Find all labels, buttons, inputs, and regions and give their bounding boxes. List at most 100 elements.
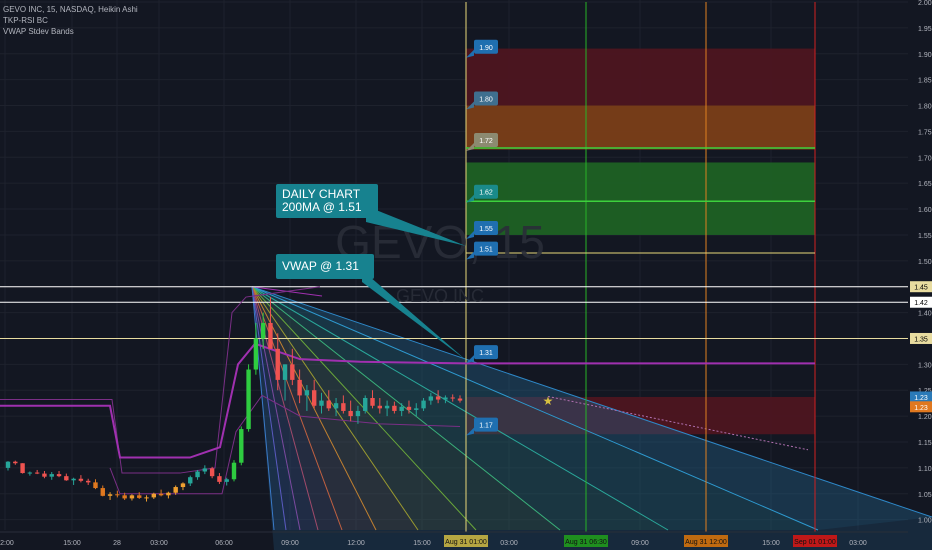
price-tick-label: 1.95 (918, 26, 932, 33)
candle-body (115, 494, 120, 496)
price-badge-label: 1.35 (914, 336, 928, 343)
price-tick-label: 1.75 (918, 129, 932, 136)
candle-body (392, 405, 397, 411)
candle-body (202, 468, 208, 472)
chart-legend: GEVO INC, 15, NASDAQ, Heikin Ashi TKP-RS… (3, 4, 138, 37)
candle-body (414, 408, 419, 410)
candle-body (122, 495, 127, 499)
price-tick-label: 1.40 (918, 311, 932, 318)
star-icon: ★ (543, 394, 554, 408)
candle-body (406, 406, 412, 410)
legend-title[interactable]: GEVO INC, 15, NASDAQ, Heikin Ashi (3, 4, 138, 15)
legend-indicator-rsi[interactable]: TKP-RSI BC (3, 15, 138, 26)
candle-body (370, 398, 375, 406)
candle-body (239, 429, 244, 463)
candle-body (341, 403, 346, 411)
time-tick-label: 03:00 (849, 540, 867, 547)
candle-body (13, 461, 18, 464)
candle-body (209, 468, 215, 477)
price-tick-label: 1.10 (918, 466, 932, 473)
price-tick-label: 1.70 (918, 155, 932, 162)
candle-body (231, 462, 237, 480)
level-tag-label: 1.17 (479, 423, 493, 430)
candle-body (71, 478, 76, 481)
time-badge-label: Sep 01 01:00 (794, 539, 836, 546)
candle-body (166, 492, 171, 496)
time-tick-label: 09:00 (281, 540, 299, 547)
candle-body (246, 369, 251, 430)
candle-body (195, 471, 200, 478)
time-badge-label: Aug 31 01:00 (445, 539, 487, 546)
candle-body (428, 396, 434, 401)
price-tick-label: 1.00 (918, 518, 932, 525)
price-zone (466, 48, 815, 106)
candle-body (100, 488, 105, 496)
candle-body (56, 474, 62, 477)
time-tick-label: 28 (113, 540, 121, 547)
level-tag-label: 1.80 (479, 97, 493, 104)
price-tick-label: 1.15 (918, 440, 932, 447)
candle-body (107, 494, 113, 496)
candle-body (282, 364, 288, 380)
candle-body (34, 472, 40, 474)
candle-body (384, 405, 390, 409)
candle-body (151, 493, 157, 498)
candle-body (457, 398, 463, 401)
level-tag-label: 1.55 (479, 226, 493, 233)
legend-indicator-vwap[interactable]: VWAP Stdev Bands (3, 26, 138, 37)
price-tick-label: 1.30 (918, 362, 932, 369)
candle-body (421, 400, 426, 409)
level-tag-label: 1.72 (479, 138, 493, 145)
candle-body (311, 390, 317, 406)
price-tick-label: 1.50 (918, 259, 932, 266)
time-tick-label: 15:00 (63, 540, 81, 547)
time-tick-label: 15:00 (413, 540, 431, 547)
time-tick-label: 12:00 (0, 540, 14, 547)
time-tick-label: 15:00 (762, 540, 780, 547)
candle-body (290, 364, 295, 380)
candle-body (333, 403, 339, 409)
candle-body (173, 487, 178, 493)
candle-body (253, 338, 259, 370)
callout-daily-200ma: DAILY CHART 200MA @ 1.51 (276, 184, 378, 218)
candle-body (27, 472, 33, 474)
price-tick-label: 1.55 (918, 233, 932, 240)
callout-vwap: VWAP @ 1.31 (276, 254, 374, 279)
level-tag-label: 1.51 (479, 247, 493, 254)
candle-body (435, 396, 441, 400)
candle-body (49, 474, 54, 477)
price-tick-label: 1.85 (918, 78, 932, 85)
candle-body (363, 398, 368, 411)
candle-body (93, 482, 98, 489)
candle-body (85, 480, 91, 483)
candle-body (450, 397, 455, 399)
candle-body (326, 400, 331, 409)
level-tag-label: 1.31 (479, 350, 493, 357)
candle-body (377, 405, 383, 409)
time-tick-label: 03:00 (150, 540, 168, 547)
time-tick-label: 12:00 (347, 540, 365, 547)
candle-body (42, 473, 47, 477)
candle-body (260, 322, 266, 339)
candle-body (144, 497, 149, 499)
candle-body (319, 400, 324, 406)
price-badge-label: 1.23 (914, 405, 928, 412)
chart-stage: GEVO, 15 GEVO INC 1.90 1.80 1.72 1.62 1.55 1.… (0, 0, 932, 550)
time-badge-label: Aug 31 12:00 (685, 539, 727, 546)
candle-body (180, 483, 186, 488)
candle-body (443, 397, 448, 400)
level-tag-label: 1.62 (479, 190, 493, 197)
candle-body (78, 478, 84, 481)
price-badge-label: 1.23 (914, 395, 928, 402)
price-chart[interactable]: GEVO, 15 GEVO INC 1.901.801.721.621.551.… (0, 0, 932, 550)
candle-body (348, 410, 353, 417)
time-tick-label: 06:00 (215, 540, 233, 547)
candle-body (297, 379, 302, 396)
price-tick-label: 1.60 (918, 207, 932, 214)
candle-body (188, 477, 193, 484)
candle-body (217, 476, 222, 482)
time-badge-label: Aug 31 06:30 (565, 539, 607, 546)
price-tick-label: 2.00 (918, 0, 932, 7)
watermark-sub: GEVO INC (396, 286, 484, 306)
candle-body (5, 461, 11, 468)
